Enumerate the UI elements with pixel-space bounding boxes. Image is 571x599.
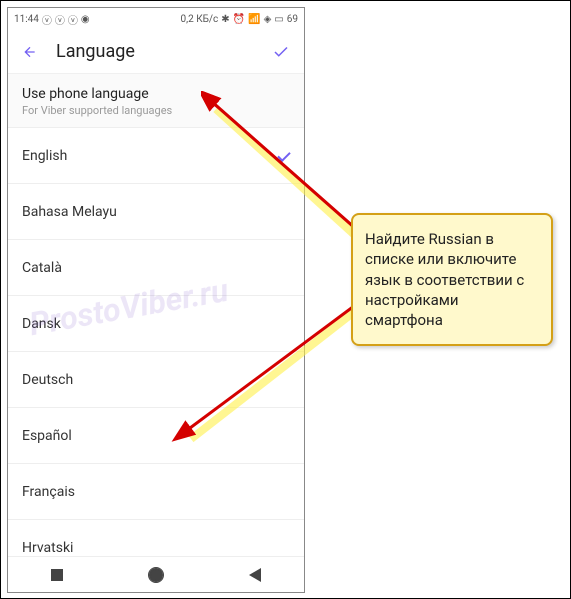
language-item[interactable]: Català [8, 240, 304, 296]
language-item[interactable]: Español [8, 408, 304, 464]
battery-icon: ▭ [274, 14, 283, 25]
viber-icon: ⓥ [55, 12, 65, 27]
language-label: Deutsch [22, 372, 73, 388]
bluetooth-icon: ✱ [221, 14, 229, 25]
language-item[interactable]: Bahasa Melayu [8, 184, 304, 240]
wifi-icon: ◈ [264, 14, 272, 25]
phone-screen: 11:44 ⓥ ⓥ ⓥ ◉ 0,2 КБ/с ✱ ⏰ 📶 ◈ ▭ 69 Lang… [7, 7, 305, 593]
language-label: Français [22, 484, 75, 500]
language-label: English [22, 148, 67, 164]
option-subtitle: For Viber supported languages [22, 104, 290, 117]
page-title: Language [56, 41, 272, 62]
alarm-icon: ⏰ [233, 14, 245, 25]
signal-icon: 📶 [248, 14, 260, 25]
option-title: Use phone language [22, 86, 290, 102]
back-button[interactable] [249, 568, 261, 582]
recent-apps-button[interactable] [51, 569, 63, 581]
home-button[interactable] [149, 568, 163, 582]
language-label: Català [22, 260, 62, 276]
back-arrow-icon[interactable] [22, 44, 38, 60]
status-bar: 11:44 ⓥ ⓥ ⓥ ◉ 0,2 КБ/с ✱ ⏰ 📶 ◈ ▭ 69 [8, 8, 304, 30]
callout-text: Найдите Russian в списке или включите яз… [365, 230, 524, 329]
android-nav-bar [8, 556, 304, 592]
language-list: English Bahasa Melayu Català Dansk Deutsch Es… [8, 128, 304, 593]
confirm-check-icon[interactable] [272, 43, 290, 61]
language-label: Bahasa Melayu [22, 204, 117, 220]
language-item[interactable]: Dansk [8, 296, 304, 352]
language-label: Español [22, 428, 72, 444]
language-item[interactable]: English [8, 128, 304, 184]
annotation-callout: Найдите Russian в списке или включите яз… [351, 213, 553, 346]
language-label: Dansk [22, 316, 61, 332]
language-item[interactable]: Français [8, 464, 304, 520]
language-item[interactable]: Deutsch [8, 352, 304, 408]
status-time: 11:44 [14, 14, 39, 25]
battery-level: 69 [287, 14, 298, 25]
network-speed: 0,2 КБ/с [181, 14, 219, 25]
viber-icon: ⓥ [42, 12, 52, 27]
viber-icon: ⓥ [68, 12, 78, 27]
language-label: Hrvatski [22, 540, 73, 556]
app-icon: ◉ [81, 14, 90, 25]
use-phone-language-option[interactable]: Use phone language For Viber supported l… [8, 74, 304, 128]
app-header: Language [8, 30, 304, 74]
